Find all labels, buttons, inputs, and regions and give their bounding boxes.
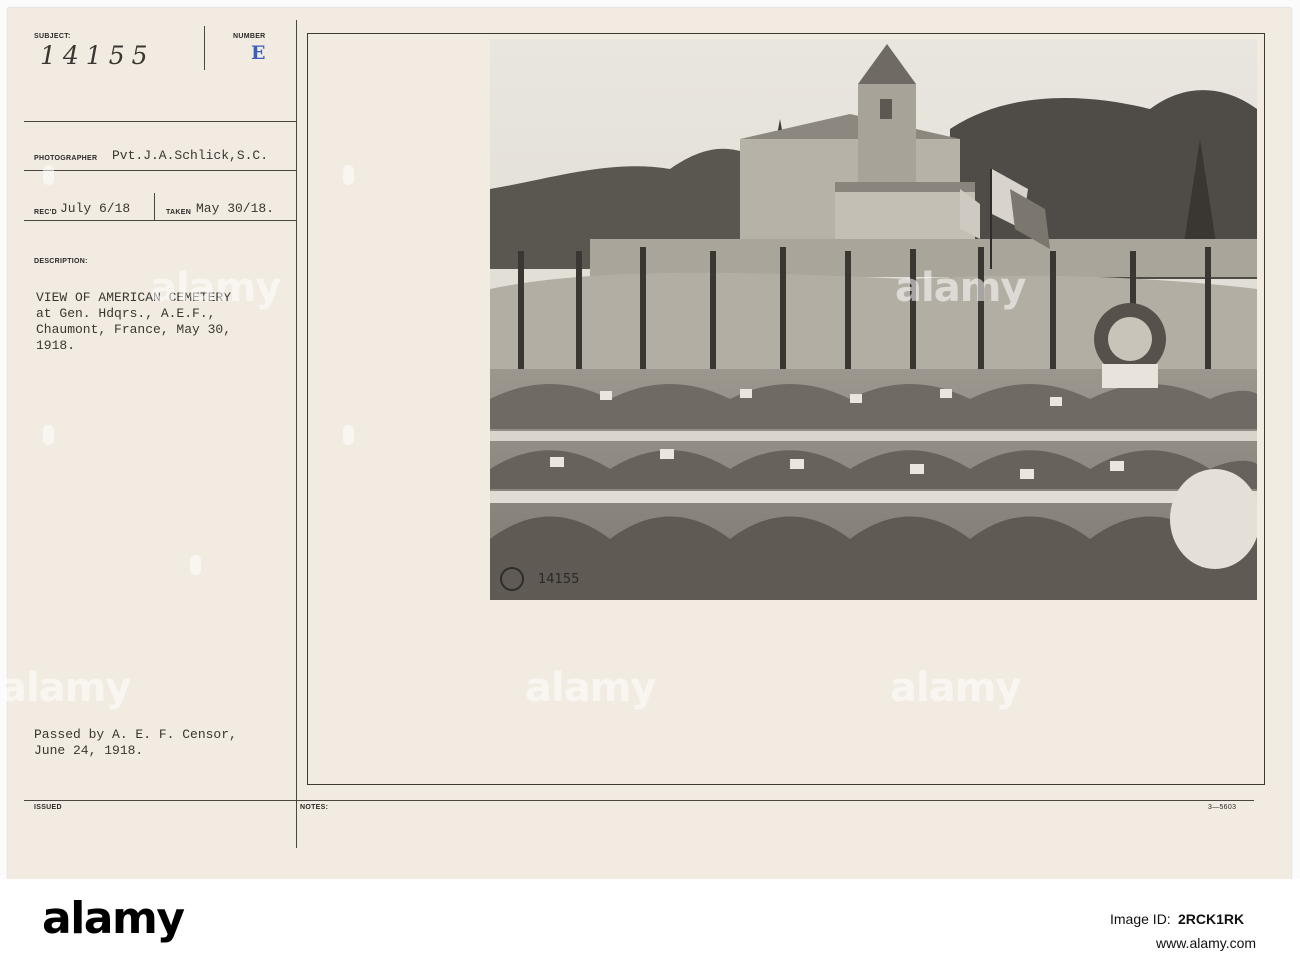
photographer-label: PHOTOGRAPHER xyxy=(34,155,98,162)
form-number: 3—5603 xyxy=(1208,804,1237,811)
rule-under-photographer xyxy=(24,170,296,171)
watermark-dot xyxy=(43,165,54,185)
watermark-dot xyxy=(190,555,201,575)
notes-label: NOTES: xyxy=(300,804,329,811)
description-label: DESCRIPTION: xyxy=(34,258,88,265)
taken-value: May 30/18. xyxy=(196,201,275,216)
description-line: 1918. xyxy=(36,338,76,353)
description-line: Chaumont, France, May 30, xyxy=(36,322,232,337)
watermark: alamy xyxy=(895,265,1026,311)
watermark-dot xyxy=(343,425,354,445)
received-label: REC'D xyxy=(34,209,57,216)
alamy-logo[interactable]: alamy xyxy=(42,893,185,944)
watermark-dot xyxy=(43,425,54,445)
received-value: July 6/18 xyxy=(60,201,131,216)
censor-line: June 24, 1918. xyxy=(34,743,144,758)
image-id-label: Image ID: xyxy=(1110,911,1171,927)
rule-bottom-right xyxy=(296,800,1254,801)
censor-line: Passed by A. E. F. Censor, xyxy=(34,727,237,742)
watermark: alamy xyxy=(525,665,656,711)
photographer-value: Pvt.J.A.Schlick,S.C. xyxy=(112,148,269,163)
watermark: alamy xyxy=(150,265,281,311)
watermark-dot xyxy=(343,165,354,185)
rule-bottom-left xyxy=(24,800,296,801)
rule-header-divider xyxy=(204,26,205,70)
rule-vertical-left-column xyxy=(296,20,297,848)
watermark: alamy xyxy=(890,665,1021,711)
rule-dates-divider xyxy=(154,193,155,221)
cemetery-photograph: 14155 xyxy=(490,39,1257,600)
site-url[interactable]: www.alamy.com xyxy=(1156,935,1256,951)
rule-under-header xyxy=(24,121,296,122)
negative-number-text: 14155 xyxy=(538,572,579,587)
taken-label: TAKEN xyxy=(166,209,192,216)
image-id: 2RCK1RK xyxy=(1178,911,1245,927)
issued-label: ISSUED xyxy=(34,804,62,811)
subject-value: 14155 xyxy=(40,41,155,70)
rule-under-dates xyxy=(24,220,296,221)
cemetery-scene-illustration: 14155 xyxy=(490,39,1257,600)
watermark: alamy xyxy=(0,665,131,711)
stock-footer-bar xyxy=(0,879,1300,968)
number-label: NUMBER xyxy=(233,33,266,40)
subject-label: SUBJECT: xyxy=(34,33,71,40)
number-value: E xyxy=(251,42,266,64)
